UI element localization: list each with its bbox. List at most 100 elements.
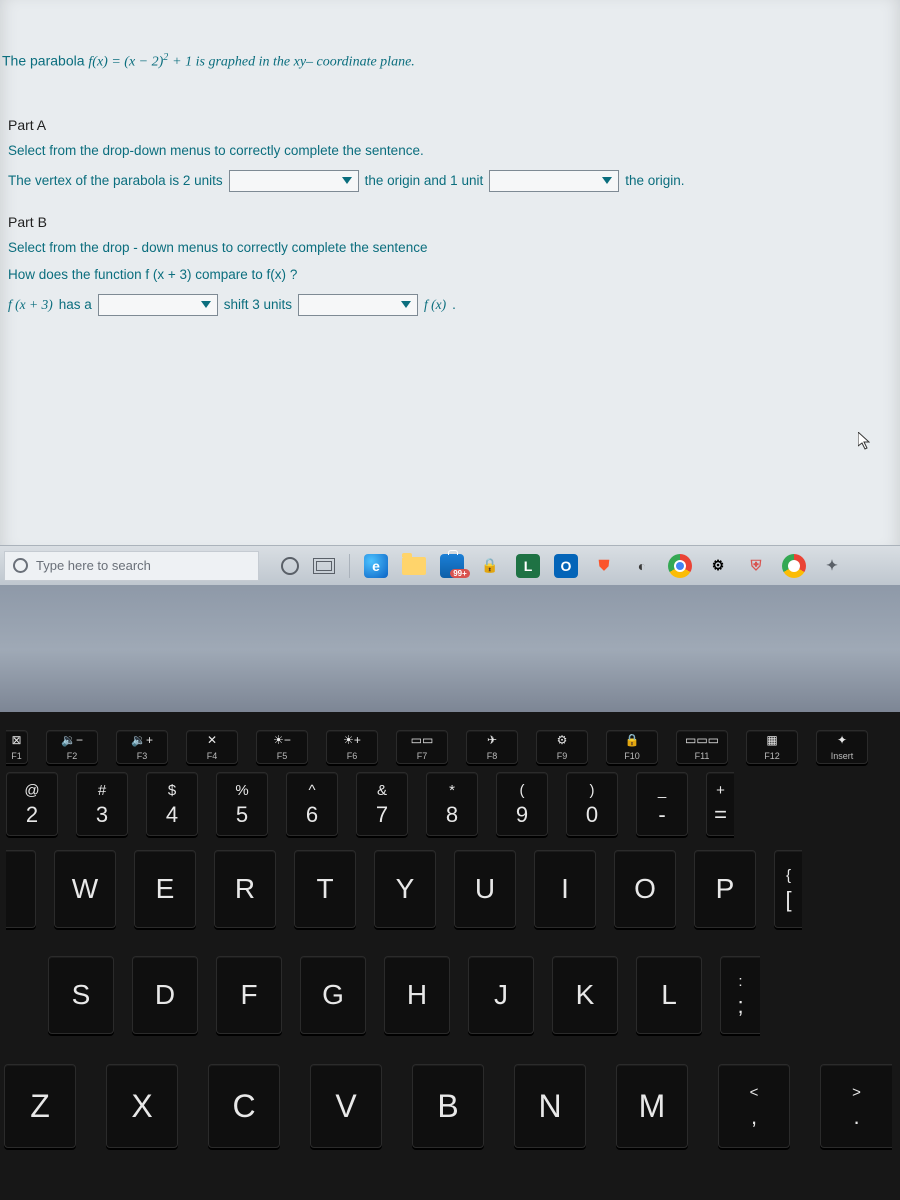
key-x[interactable]: X xyxy=(106,1064,178,1148)
key-f10[interactable]: 🔒F10 xyxy=(606,730,658,764)
settings-icon[interactable]: ⚙ xyxy=(706,554,730,578)
key-insert[interactable]: ✦Insert xyxy=(816,730,868,764)
part-b-instruction: Select from the drop - down menus to cor… xyxy=(0,236,900,263)
key-f9[interactable]: ⚙F9 xyxy=(536,730,588,764)
pb-sent-fx: f (x) xyxy=(424,297,446,313)
key-comma[interactable]: <, xyxy=(718,1064,790,1148)
key-period[interactable]: >. xyxy=(820,1064,892,1148)
key-z[interactable]: Z xyxy=(4,1064,76,1148)
chevron-down-icon xyxy=(201,301,211,308)
key-t[interactable]: T xyxy=(294,850,356,928)
taskview-icon[interactable] xyxy=(313,558,335,574)
key-s[interactable]: S xyxy=(48,956,114,1034)
cortana-icon[interactable] xyxy=(281,557,299,575)
key-5[interactable]: %5 xyxy=(216,772,268,836)
key-9[interactable]: (9 xyxy=(496,772,548,836)
divider xyxy=(349,554,350,578)
store-icon[interactable]: 99+ xyxy=(440,554,464,578)
intro-text-pre: The parabola xyxy=(2,53,88,69)
key-b[interactable]: B xyxy=(412,1064,484,1148)
key-f5[interactable]: ☀−F5 xyxy=(256,730,308,764)
pb-q-mid: compare to xyxy=(195,267,266,282)
key-k[interactable]: K xyxy=(552,956,618,1034)
lock-icon[interactable]: 🔒 xyxy=(478,554,502,578)
search-input[interactable]: Type here to search xyxy=(4,551,259,581)
search-icon xyxy=(13,558,28,573)
key-e[interactable]: E xyxy=(134,850,196,928)
key-6[interactable]: ^6 xyxy=(286,772,338,836)
key-y[interactable]: Y xyxy=(374,850,436,928)
pb-q-end: ? xyxy=(290,267,298,282)
key-h[interactable]: H xyxy=(384,956,450,1034)
key-f11[interactable]: ▭▭▭F11 xyxy=(676,730,728,764)
search-placeholder: Type here to search xyxy=(36,558,151,573)
part-a-dropdown-1[interactable] xyxy=(229,170,359,192)
intro-func: f(x) = (x − 2) xyxy=(88,55,163,70)
part-a-seg3: the origin. xyxy=(625,173,684,188)
part-b-dropdown-2[interactable] xyxy=(298,294,418,316)
key-f[interactable]: F xyxy=(216,956,282,1034)
key-g[interactable]: G xyxy=(300,956,366,1034)
pb-sent-shift: shift 3 units xyxy=(224,297,292,312)
key-0[interactable]: )0 xyxy=(566,772,618,836)
cursor-icon xyxy=(858,432,870,450)
laptop-hinge xyxy=(0,585,900,715)
key-7[interactable]: &7 xyxy=(356,772,408,836)
key-equals[interactable]: += xyxy=(706,772,734,836)
part-a-instruction: Select from the drop-down menus to corre… xyxy=(0,139,900,166)
pb-q-math2: f(x) xyxy=(267,267,287,282)
key-f8[interactable]: ✈F8 xyxy=(466,730,518,764)
key-n[interactable]: N xyxy=(514,1064,586,1148)
keyboard: ⊠F1 🔉−F2 🔉+F3 ✕F4 ☀−F5 ☀+F6 ▭▭F7 ✈F8 ⚙F9… xyxy=(0,712,900,1200)
extension-icon[interactable]: ✦ xyxy=(820,554,844,578)
key-f2[interactable]: 🔉−F2 xyxy=(46,730,98,764)
part-b-sentence: f (x + 3) has a shift 3 units f (x) . xyxy=(0,290,900,326)
key-f12[interactable]: ▦F12 xyxy=(746,730,798,764)
key-o[interactable]: O xyxy=(614,850,676,928)
key-v[interactable]: V xyxy=(310,1064,382,1148)
key-m[interactable]: M xyxy=(616,1064,688,1148)
key-c[interactable]: C xyxy=(208,1064,280,1148)
file-explorer-icon[interactable] xyxy=(402,557,426,575)
excel-icon[interactable]: L xyxy=(516,554,540,578)
chrome-icon-2[interactable] xyxy=(782,554,806,578)
key-u[interactable]: U xyxy=(454,850,516,928)
key-w[interactable]: W xyxy=(54,850,116,928)
edge-icon[interactable]: e xyxy=(364,554,388,578)
qwerty-row: W E R T Y U I O P {[ xyxy=(0,850,900,928)
key-3[interactable]: #3 xyxy=(76,772,128,836)
key-q-edge[interactable] xyxy=(6,850,36,928)
key-d[interactable]: D xyxy=(132,956,198,1034)
security-icon[interactable]: ⛨ xyxy=(744,554,768,578)
brave-icon[interactable]: ⛊ xyxy=(592,554,616,578)
key-f3[interactable]: 🔉+F3 xyxy=(116,730,168,764)
key-f1[interactable]: ⊠F1 xyxy=(6,730,28,764)
key-8[interactable]: *8 xyxy=(426,772,478,836)
key-p[interactable]: P xyxy=(694,850,756,928)
key-f6[interactable]: ☀+F6 xyxy=(326,730,378,764)
obs-icon[interactable]: ◐ xyxy=(630,554,654,578)
key-i[interactable]: I xyxy=(534,850,596,928)
part-b-dropdown-1[interactable] xyxy=(98,294,218,316)
number-row: @2 #3 $4 %5 ^6 &7 *8 (9 )0 _- += xyxy=(0,772,900,836)
key-4[interactable]: $4 xyxy=(146,772,198,836)
key-f7[interactable]: ▭▭F7 xyxy=(396,730,448,764)
key-j[interactable]: J xyxy=(468,956,534,1034)
outlook-icon[interactable]: O xyxy=(554,554,578,578)
store-badge: 99+ xyxy=(450,569,470,578)
part-a-dropdown-2[interactable] xyxy=(489,170,619,192)
key-minus[interactable]: _- xyxy=(636,772,688,836)
key-2[interactable]: @2 xyxy=(6,772,58,836)
key-f4[interactable]: ✕F4 xyxy=(186,730,238,764)
pb-sent-pre: f (x + 3) xyxy=(8,297,53,313)
key-bracket-left[interactable]: {[ xyxy=(774,850,802,928)
zxcv-row: Z X C V B N M <, >. xyxy=(0,1064,900,1148)
chevron-down-icon xyxy=(401,301,411,308)
key-semicolon[interactable]: :; xyxy=(720,956,760,1034)
intro-exp: 2 xyxy=(163,52,168,63)
key-l[interactable]: L xyxy=(636,956,702,1034)
key-r[interactable]: R xyxy=(214,850,276,928)
question-intro: The parabola f(x) = (x − 2)2 + 1 is grap… xyxy=(0,0,900,89)
chrome-icon[interactable] xyxy=(668,554,692,578)
pb-sent-hasa: has a xyxy=(59,297,92,312)
